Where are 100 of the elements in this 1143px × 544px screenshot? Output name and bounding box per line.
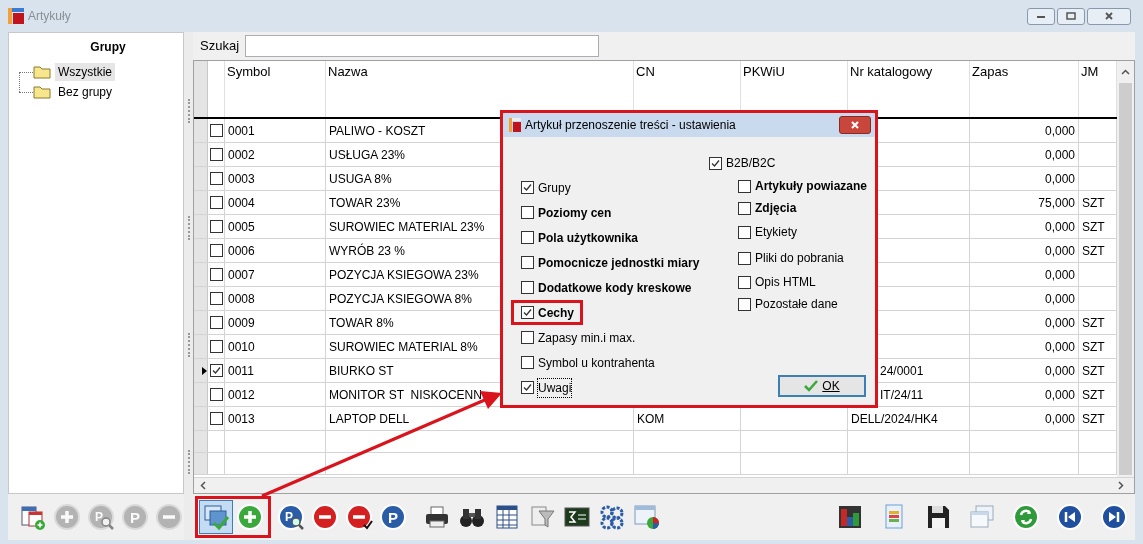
search-field[interactable] bbox=[245, 35, 600, 57]
column-header[interactable]: Nr katalogowy bbox=[850, 64, 933, 79]
column-header[interactable]: Symbol bbox=[227, 64, 271, 79]
folder-icon bbox=[33, 65, 51, 79]
checkbox[interactable] bbox=[209, 148, 223, 161]
checkbox[interactable] bbox=[209, 196, 223, 209]
checkbox[interactable] bbox=[209, 172, 223, 185]
table-cell-text: USUGA 8% bbox=[329, 170, 392, 188]
column-header[interactable]: PKWiU bbox=[743, 64, 785, 79]
checkbox[interactable] bbox=[209, 268, 223, 281]
option-label[interactable]: Etykiety bbox=[755, 223, 797, 241]
option-label[interactable]: Grupy bbox=[538, 178, 571, 197]
checkbox[interactable] bbox=[738, 275, 751, 289]
minimize-button[interactable] bbox=[1027, 7, 1055, 25]
table-cell-text: 0003 bbox=[228, 170, 255, 188]
checkbox[interactable] bbox=[209, 340, 223, 353]
checkbox[interactable] bbox=[521, 256, 534, 269]
column-header[interactable]: Zapas bbox=[972, 64, 1009, 79]
checkbox[interactable] bbox=[521, 381, 534, 394]
option-label[interactable]: Pola użytkownika bbox=[538, 228, 639, 247]
scrollbar-thumb[interactable] bbox=[1119, 83, 1132, 475]
table-cell-text: TOWAR 8% bbox=[329, 314, 394, 332]
table-cell-text: SZT bbox=[1082, 410, 1105, 428]
option-label[interactable]: B2B/B2C bbox=[726, 154, 776, 172]
option-label[interactable]: Pozostałe dane bbox=[755, 295, 838, 313]
scroll-left-icon[interactable] bbox=[200, 481, 206, 490]
checkbox[interactable] bbox=[521, 231, 534, 244]
checkbox[interactable] bbox=[738, 251, 751, 265]
checkbox[interactable] bbox=[209, 220, 223, 233]
checkbox[interactable] bbox=[709, 156, 722, 170]
checkbox[interactable] bbox=[209, 124, 223, 137]
checkbox[interactable] bbox=[521, 181, 534, 194]
maximize-button[interactable] bbox=[1057, 7, 1085, 25]
scroll-up-icon[interactable] bbox=[1121, 69, 1130, 75]
option-label[interactable]: Dodatkowe kody kreskowe bbox=[538, 278, 692, 297]
option-label[interactable]: Zdjęcia bbox=[755, 199, 797, 217]
panel-title: Grupy bbox=[90, 39, 126, 56]
splitter-handle[interactable] bbox=[184, 32, 193, 540]
table-cell-text: 0,000 bbox=[1044, 242, 1075, 260]
column-header[interactable]: Nazwa bbox=[328, 64, 368, 79]
option-label[interactable]: Poziomy cen bbox=[538, 203, 612, 222]
close-button[interactable] bbox=[1087, 7, 1131, 25]
table-cell-text: WYRÓB 23 % bbox=[329, 242, 406, 260]
checkbox[interactable] bbox=[738, 179, 751, 193]
option-label[interactable]: Pomocnicze jednostki miary bbox=[538, 253, 700, 272]
checkbox[interactable] bbox=[209, 292, 223, 305]
table-cell-text: SZT bbox=[1082, 218, 1105, 236]
table-cell-text: LAPTOP DELL bbox=[329, 410, 410, 428]
close-icon bbox=[1104, 11, 1114, 21]
checkbox[interactable] bbox=[209, 412, 223, 425]
checkbox[interactable] bbox=[209, 364, 223, 377]
table-cell-text: 0012 bbox=[228, 386, 255, 404]
close-button[interactable] bbox=[839, 116, 871, 134]
table-cell-text: 0,000 bbox=[1044, 146, 1075, 164]
tree-item[interactable]: Bez grupy bbox=[55, 83, 116, 101]
checkbox[interactable] bbox=[521, 306, 534, 319]
option-label[interactable]: Cechy bbox=[538, 303, 575, 322]
app-logo-icon bbox=[8, 8, 24, 24]
table-cell-text: BIURKO ST bbox=[329, 362, 394, 380]
tree-item[interactable]: Wszystkie bbox=[55, 63, 115, 81]
table-cell-text: 0006 bbox=[228, 242, 255, 260]
scroll-right-icon[interactable] bbox=[1118, 481, 1124, 490]
windows-check-icon[interactable] bbox=[199, 500, 233, 534]
option-label[interactable]: Uwagi bbox=[538, 378, 572, 397]
row-header bbox=[194, 61, 208, 117]
checkbox[interactable] bbox=[521, 331, 534, 344]
checkbox[interactable] bbox=[738, 225, 751, 239]
checkmark-icon bbox=[804, 380, 819, 392]
option-label[interactable]: Pliki do pobrania bbox=[755, 249, 844, 267]
table-cell-text: 0,000 bbox=[1044, 362, 1075, 380]
table-cell-text: 0004 bbox=[228, 194, 255, 212]
table-cell-text: SZT bbox=[1082, 194, 1105, 212]
checkbox[interactable] bbox=[209, 388, 223, 401]
column-header[interactable]: CN bbox=[636, 64, 655, 79]
option-label[interactable]: Opis HTML bbox=[755, 273, 816, 291]
vertical-scrollbar[interactable] bbox=[1117, 61, 1134, 477]
checkbox[interactable] bbox=[738, 201, 751, 215]
column-header[interactable]: JM bbox=[1081, 64, 1099, 79]
table-cell-text: 0,000 bbox=[1044, 218, 1075, 236]
table-cell-text: 0,000 bbox=[1044, 122, 1075, 140]
option-label[interactable]: Zapasy min.i max. bbox=[538, 328, 636, 347]
checkbox[interactable] bbox=[209, 244, 223, 257]
search-label: Szukaj bbox=[200, 37, 240, 56]
table-cell-text: 0013 bbox=[228, 410, 255, 428]
option-label[interactable]: Symbol u kontrahenta bbox=[538, 353, 655, 372]
table-cell-text: 0010 bbox=[228, 338, 255, 356]
checkbox[interactable] bbox=[521, 206, 534, 219]
row-header[interactable] bbox=[194, 359, 208, 382]
table-cell-text: PALIWO - KOSZT bbox=[329, 122, 426, 140]
checkbox[interactable] bbox=[521, 356, 534, 369]
close-icon bbox=[850, 120, 860, 130]
checkbox[interactable] bbox=[738, 297, 751, 311]
ok-button[interactable]: OK bbox=[778, 375, 866, 397]
option-label[interactable]: Artykuły powiazane bbox=[755, 177, 868, 195]
horizontal-scrollbar[interactable] bbox=[194, 477, 1134, 493]
minimize-icon bbox=[1036, 13, 1046, 19]
table-cell-text: SZT bbox=[1082, 242, 1105, 260]
table-cell-text: POZYCJA KSIEGOWA 23% bbox=[329, 266, 479, 284]
checkbox[interactable] bbox=[209, 316, 223, 329]
checkbox[interactable] bbox=[521, 281, 534, 294]
